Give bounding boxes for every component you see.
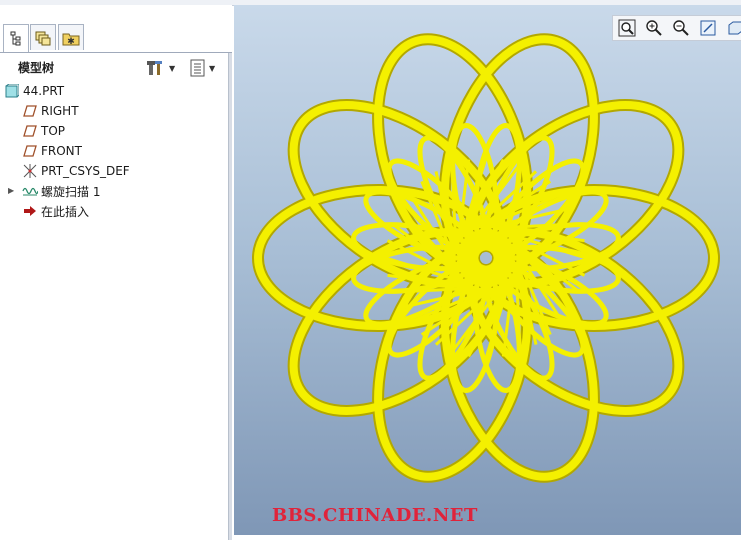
tree-item-label: 在此插入 xyxy=(41,204,90,219)
tab-favorites-folder[interactable]: ✱ xyxy=(58,24,84,50)
part-icon xyxy=(4,83,20,99)
tree-item-label: 螺旋扫描 1 xyxy=(41,184,101,199)
zoom-in-button[interactable] xyxy=(643,18,665,38)
model-tree-header: 模型树 ▼ ▼ xyxy=(0,53,228,81)
tab-model-tree[interactable] xyxy=(3,24,29,52)
refit-icon xyxy=(618,19,636,37)
helical-sweep-icon xyxy=(22,183,38,199)
datum-plane-icon xyxy=(22,143,38,159)
zoom-out-button[interactable] xyxy=(670,18,692,38)
datum-plane-icon xyxy=(22,103,38,119)
tree-item-part[interactable]: 44.PRT xyxy=(0,81,228,101)
model-tree-panel: ✱ 模型树 ▼ ▼ 44.PRT RIGHT TOP FRONT PRT_CSY… xyxy=(0,5,232,540)
tree-item-csys[interactable]: PRT_CSYS_DEF xyxy=(0,161,228,181)
chevron-down-icon: ▼ xyxy=(209,63,216,73)
svg-text:✱: ✱ xyxy=(67,37,75,46)
refit-button[interactable] xyxy=(616,18,638,38)
settings-dropdown-button[interactable]: ▼ xyxy=(146,58,175,78)
panel-title: 模型树 xyxy=(18,61,55,75)
zoom-in-icon xyxy=(646,20,662,36)
model-tree: 44.PRT RIGHT TOP FRONT PRT_CSYS_DEF ▶ 螺旋… xyxy=(0,81,228,221)
zoom-out-icon xyxy=(673,20,689,36)
navigator-tab-bar: ✱ xyxy=(0,20,232,53)
chevron-down-icon: ▼ xyxy=(169,63,176,73)
helical-sweep-model xyxy=(252,33,720,483)
repaint-button[interactable] xyxy=(697,18,719,38)
list-view-icon xyxy=(190,59,205,77)
view-toolbar xyxy=(612,15,741,41)
tools-icon xyxy=(147,61,162,75)
tab-layers[interactable] xyxy=(30,24,56,50)
tree-item-label: PRT_CSYS_DEF xyxy=(41,164,130,178)
view-orient-button[interactable] xyxy=(724,18,741,38)
view-orient-icon xyxy=(728,21,741,35)
watermark-text: BBS.CHINADE.NET xyxy=(272,505,478,526)
datum-plane-icon xyxy=(22,123,38,139)
tree-item-insert-here[interactable]: 在此插入 xyxy=(0,201,228,221)
tree-item-label: 44.PRT xyxy=(23,84,65,98)
folder-star-icon: ✱ xyxy=(62,33,80,46)
tree-item-label: RIGHT xyxy=(41,104,79,118)
panel-splitter[interactable] xyxy=(228,53,232,540)
layers-icon xyxy=(35,31,51,45)
show-dropdown-button[interactable]: ▼ xyxy=(190,58,215,78)
repaint-icon xyxy=(700,20,716,36)
tree-item-top-plane[interactable]: TOP xyxy=(0,121,228,141)
graphics-viewport[interactable]: BBS.CHINADE.NET xyxy=(234,5,741,535)
tree-item-right-plane[interactable]: RIGHT xyxy=(0,101,228,121)
tree-item-label: TOP xyxy=(41,124,66,138)
coordinate-system-icon xyxy=(22,163,38,179)
insert-here-arrow-icon xyxy=(22,203,38,219)
tree-item-helical-sweep[interactable]: ▶ 螺旋扫描 1 xyxy=(0,181,228,201)
expand-arrow-icon[interactable]: ▶ xyxy=(8,186,14,195)
model-tree-icon xyxy=(10,31,21,45)
tree-item-front-plane[interactable]: FRONT xyxy=(0,141,228,161)
tree-item-label: FRONT xyxy=(41,144,82,158)
